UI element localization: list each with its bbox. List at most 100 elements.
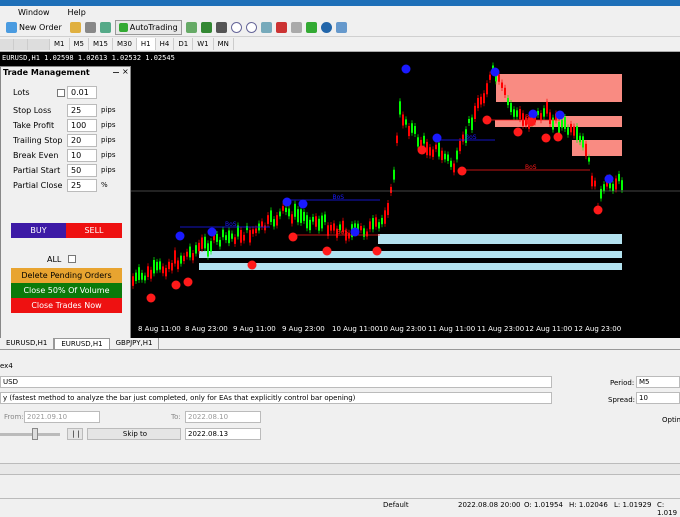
tf-h4[interactable]: H4 — [156, 38, 175, 50]
objects-icon[interactable] — [28, 38, 50, 50]
tf-h1[interactable]: H1 — [136, 38, 156, 50]
swing-high-marker — [604, 174, 614, 184]
panel-row-input[interactable]: 25 — [67, 104, 97, 117]
delete-pending-button[interactable]: Delete Pending Orders — [11, 268, 122, 283]
scroll-icon[interactable] — [275, 22, 287, 33]
x-axis-label: 10 Aug 11:00 — [332, 325, 380, 333]
candle-body — [318, 218, 320, 231]
model-select[interactable]: y (fastest method to analyze the bar jus… — [0, 392, 552, 404]
candle-body — [333, 223, 335, 231]
spread-input[interactable]: 10 — [636, 392, 680, 404]
candlestick-icon[interactable] — [200, 22, 212, 33]
candle-body — [573, 126, 575, 136]
period-select[interactable]: M5 — [636, 376, 680, 388]
pause-button[interactable]: | | — [67, 428, 83, 440]
candle-body — [579, 135, 581, 143]
templates-icon[interactable] — [335, 22, 347, 33]
swing-low-marker — [417, 145, 427, 155]
price-zone — [199, 263, 622, 270]
panel-row-input[interactable]: 10 — [67, 149, 97, 162]
close-50-button[interactable]: Close 50% Of Volume — [11, 283, 122, 298]
x-axis-label: 8 Aug 11:00 — [138, 325, 181, 333]
speed-slider-track[interactable] — [0, 433, 60, 436]
swing-low-marker — [183, 277, 193, 287]
skip-to-button[interactable]: Skip to — [87, 428, 181, 440]
shift-icon[interactable] — [290, 22, 302, 33]
speed-slider-handle[interactable] — [32, 428, 38, 440]
all-checkbox[interactable] — [68, 255, 76, 263]
panel-row-input[interactable]: 100 — [67, 119, 97, 132]
from-date-input[interactable]: 2021.09.10 — [24, 411, 100, 423]
tf-d1[interactable]: D1 — [174, 38, 194, 50]
panel-row-unit: % — [101, 181, 108, 189]
line-chart-icon[interactable] — [215, 22, 227, 33]
to-label: To: — [171, 413, 181, 421]
tab-gbpjpy[interactable]: GBPJPY,H1 — [110, 338, 160, 349]
panel-row-unit: pips — [101, 121, 116, 129]
candle-body — [519, 108, 521, 120]
tf-w1[interactable]: W1 — [193, 38, 214, 50]
crosshair-icon[interactable] — [14, 38, 28, 50]
candle-body — [204, 236, 206, 249]
candle-body — [504, 87, 506, 96]
swing-high-marker — [298, 199, 308, 209]
sell-button[interactable]: SELL — [66, 223, 122, 238]
tf-m5[interactable]: M5 — [70, 38, 89, 50]
lots-label: Lots — [13, 88, 30, 97]
bos-label: BoS — [525, 164, 537, 171]
metaeditor-icon[interactable] — [69, 22, 81, 33]
buy-button[interactable]: BUY — [11, 223, 66, 238]
tf-m30[interactable]: M30 — [113, 38, 137, 50]
terminal-icon[interactable] — [99, 22, 111, 33]
candle-body — [201, 237, 203, 249]
x-axis-label: 8 Aug 23:00 — [185, 325, 228, 333]
panel-row-input[interactable]: 50 — [67, 164, 97, 177]
panel-row-input[interactable]: 25 — [67, 179, 97, 192]
candle-body — [582, 136, 584, 148]
candle-body — [393, 169, 395, 180]
tf-m15[interactable]: M15 — [89, 38, 113, 50]
skip-date-input[interactable]: 2022.08.13 — [185, 428, 261, 440]
price-chart[interactable]: EURUSD,H1 1.02598 1.02613 1.02532 1.0254… — [0, 52, 680, 338]
tile-icon[interactable] — [260, 22, 272, 33]
panel-title: Trade Management — [3, 68, 90, 77]
zoom-in-icon[interactable] — [230, 22, 242, 33]
indicators-icon[interactable] — [305, 22, 317, 33]
swing-low-marker — [457, 166, 467, 176]
menu-window[interactable]: Window — [18, 8, 50, 17]
tab-eurusd-2[interactable]: EURUSD,H1 — [54, 338, 110, 349]
new-order-icon — [6, 22, 17, 33]
minimize-icon[interactable] — [113, 72, 119, 73]
lots-checkbox[interactable] — [57, 89, 65, 97]
bar-chart-icon[interactable] — [185, 22, 197, 33]
panel-row-input[interactable]: 20 — [67, 134, 97, 147]
market-icon[interactable] — [84, 22, 96, 33]
autotrading-button[interactable]: AutoTrading — [114, 20, 182, 35]
tf-m1[interactable]: M1 — [50, 38, 70, 50]
swing-low-marker — [526, 117, 536, 127]
candle-body — [372, 218, 374, 230]
close-trades-button[interactable]: Close Trades Now — [11, 298, 122, 313]
tf-mn[interactable]: MN — [214, 38, 234, 50]
candle-body — [147, 266, 149, 278]
symbol-select[interactable]: USD — [0, 376, 552, 388]
candle-body — [600, 188, 602, 199]
lots-input[interactable]: 0.01 — [67, 86, 97, 99]
candle-body — [363, 228, 365, 237]
panel-row-unit: pips — [101, 136, 116, 144]
candle-body — [483, 93, 485, 104]
cursor-icon[interactable] — [0, 38, 14, 50]
tab-eurusd-1[interactable]: EURUSD,H1 — [0, 338, 55, 349]
candle-body — [276, 215, 278, 226]
optimization-label: Optim — [662, 416, 680, 424]
close-icon[interactable]: × — [122, 67, 129, 76]
candle-body — [438, 142, 440, 157]
menu-help[interactable]: Help — [68, 8, 86, 17]
zoom-out-icon[interactable] — [245, 22, 257, 33]
new-order-button[interactable]: New Order — [2, 20, 66, 35]
candle-body — [456, 150, 458, 160]
candle-body — [441, 150, 443, 161]
to-date-input[interactable]: 2022.08.10 — [185, 411, 261, 423]
candle-body — [282, 206, 284, 211]
periods-icon[interactable] — [320, 22, 332, 33]
